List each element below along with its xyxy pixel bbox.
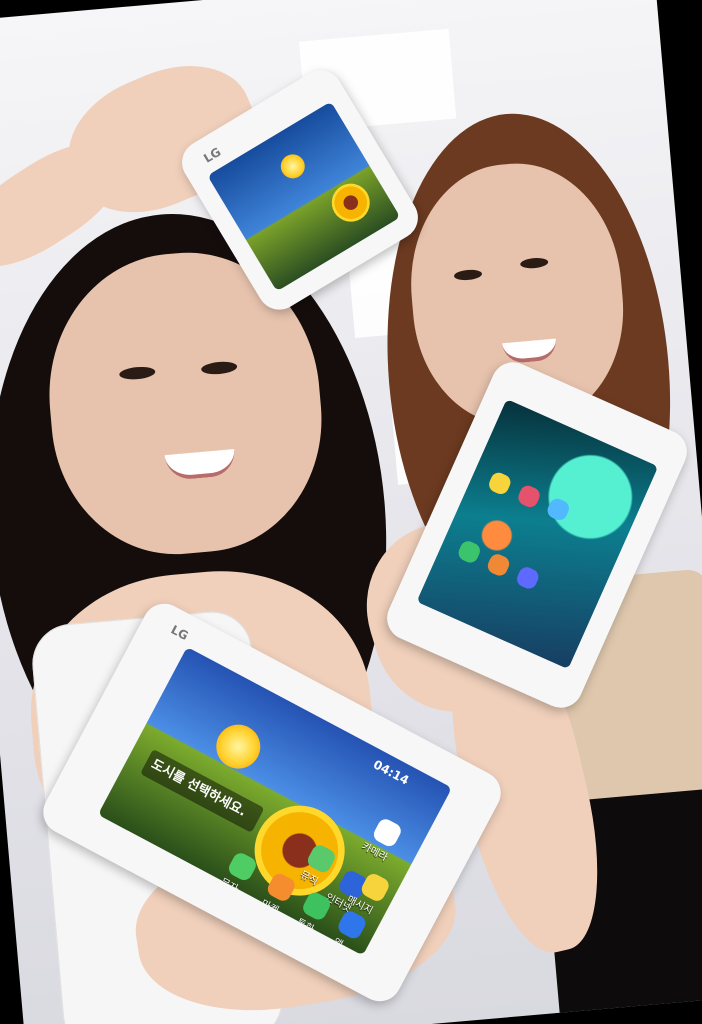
app-icon [514, 564, 541, 592]
app-icon [456, 538, 483, 566]
sunflower-icon [324, 176, 377, 229]
app-icon [545, 496, 572, 523]
smile [164, 448, 237, 481]
sun-icon [276, 149, 310, 183]
sun-icon [208, 716, 269, 777]
eye [118, 365, 156, 381]
phone-brand-logo: LG [201, 144, 224, 166]
eye [519, 256, 549, 270]
app-icon [485, 551, 512, 579]
photo-stage: LG LG 04:14 도시를 선택하세요. 카메라 뮤직 인터넷 매시지 문자… [0, 0, 702, 1024]
eye [453, 268, 483, 282]
app-icon [515, 483, 543, 510]
app-label: 앱 [331, 936, 345, 952]
status-time: 04:14 [371, 757, 412, 788]
phone-brand-logo: LG [168, 622, 191, 644]
eye [200, 360, 238, 376]
smile [502, 338, 558, 365]
app-icon [486, 470, 513, 497]
